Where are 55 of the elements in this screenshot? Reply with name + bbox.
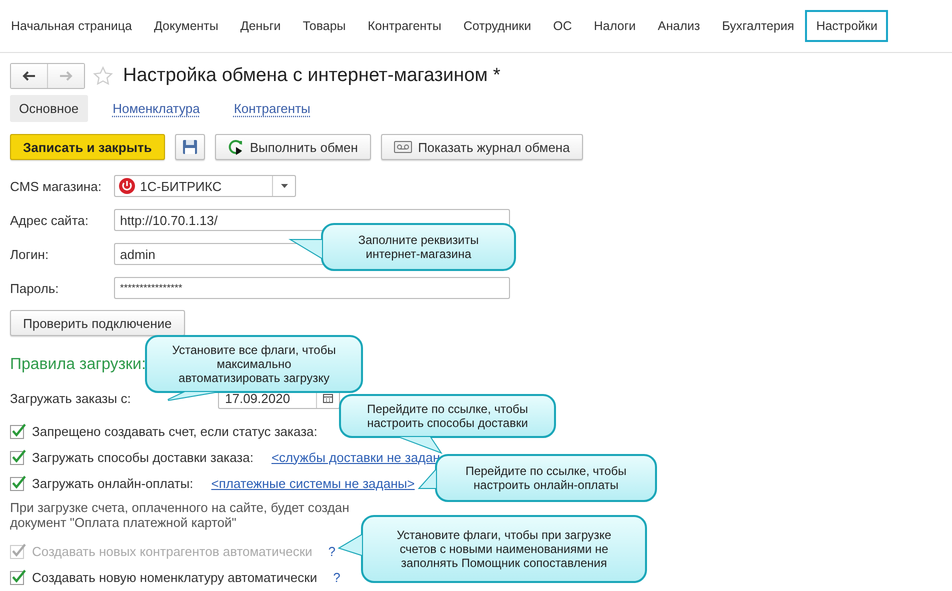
nav-tab[interactable]: Бухгалтерия xyxy=(710,10,806,42)
save-button[interactable] xyxy=(174,134,205,160)
nav-tab[interactable]: Настройки xyxy=(805,10,888,42)
back-arrow-icon xyxy=(22,71,36,81)
checkbox[interactable] xyxy=(10,423,26,439)
nav-tab[interactable]: Товары xyxy=(292,10,357,42)
field-label: Логин: xyxy=(10,246,50,262)
checkbox[interactable] xyxy=(10,475,26,491)
nav-tab[interactable]: Документы xyxy=(142,10,230,42)
checkbox[interactable] xyxy=(10,449,26,465)
check-connection-button[interactable]: Проверить подключение xyxy=(10,310,185,336)
checkbox-label: Создавать новую номенклатуру автоматически xyxy=(32,570,318,584)
field-label: Адрес сайта: xyxy=(10,212,90,228)
calendar-icon xyxy=(323,393,333,403)
nav-tab[interactable]: Налоги xyxy=(582,10,647,42)
nav-tab[interactable]: ОС xyxy=(542,10,583,42)
cms-dropdown[interactable]: 1С-БИТРИКС xyxy=(114,175,296,197)
tooltip-text: Установите флаги, чтобы при загрузке счетов с новыми наименованиями не заполнять Помощник сопоставления xyxy=(396,528,612,570)
checkbox-label: Создавать новых контрагентов автоматически xyxy=(32,544,312,558)
nav-tab[interactable]: Сотрудники xyxy=(452,10,542,42)
run-exchange-button[interactable]: Выполнить обмен xyxy=(214,134,371,160)
info-note: При загрузке счета, оплаченного на сайте, будет создан документ "Оплата платежной картой" xyxy=(10,500,350,530)
nav-tab[interactable]: Контрагенты xyxy=(356,10,452,42)
field-label: Загружать заказы с: xyxy=(10,390,132,406)
settings-link[interactable]: <платежные системы не заданы> xyxy=(211,476,415,490)
settings-link[interactable]: <службы доставки не задан xyxy=(271,450,440,464)
window-title: Настройка обмена с интернет-магазином * xyxy=(123,65,500,87)
field-label: CMS магазина: xyxy=(10,178,102,194)
tooltip-text: Установите все флаги, чтобы максимально автоматизировать загрузку xyxy=(171,343,337,385)
tooltip-text: Перейдите по ссылке, чтобы настроить онлайн-оплаты xyxy=(464,464,628,492)
checkbox-label: Загружать онлайн-оплаты: xyxy=(32,476,194,490)
dropdown-value: 1С-БИТРИКС xyxy=(140,178,222,194)
back-button[interactable] xyxy=(11,64,47,88)
logo-icon xyxy=(119,178,135,194)
checkbox-label: Загружать способы доставки заказа: xyxy=(32,450,254,464)
refresh-play-icon xyxy=(228,139,244,155)
help-link[interactable]: ? xyxy=(333,570,340,584)
tooltip-text: Перейдите по ссылке, чтобы настроить способы доставки xyxy=(366,402,530,430)
nav-tab[interactable]: Деньги xyxy=(229,10,292,42)
input-field[interactable]: **************** xyxy=(114,277,510,299)
save-close-button[interactable]: Записать и закрыть xyxy=(10,134,165,160)
checkbox-label: Запрещено создавать счет, если статус заказа: xyxy=(32,424,318,438)
nav-tab[interactable]: Начальная страница xyxy=(0,10,143,42)
checkbox[interactable] xyxy=(10,569,26,585)
form-tab[interactable]: Контрагенты xyxy=(224,95,320,122)
form-tab[interactable]: Основное xyxy=(10,95,88,122)
tape-icon xyxy=(394,141,412,153)
field-label: Пароль: xyxy=(10,280,60,296)
star-icon[interactable] xyxy=(93,66,113,86)
form-tab[interactable]: Номенклатура xyxy=(104,95,209,122)
section-heading: Правила загрузки: xyxy=(10,356,146,374)
nav-tab[interactable]: Анализ xyxy=(646,10,711,42)
dropdown-caret-icon xyxy=(280,184,288,188)
forward-arrow-icon xyxy=(59,71,73,81)
show-log-button[interactable]: Показать журнал обмена xyxy=(380,134,583,160)
